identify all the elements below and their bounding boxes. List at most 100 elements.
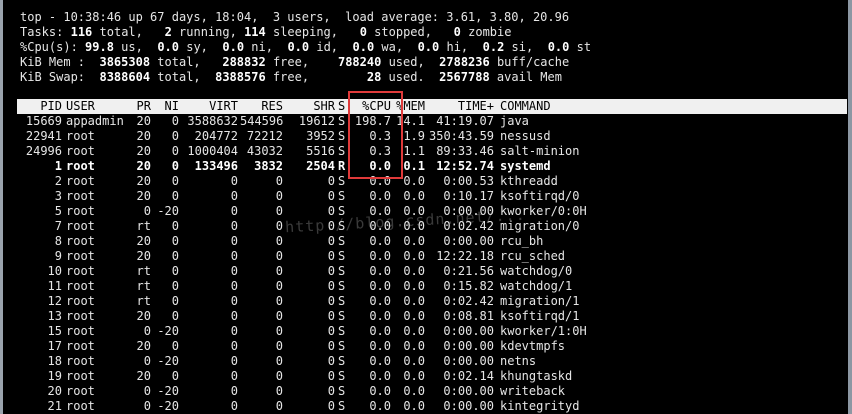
cell-res: 0 (275, 234, 283, 248)
cell-ni: 0 (171, 279, 179, 293)
column-header-res[interactable]: RES (240, 99, 283, 114)
process-row[interactable]: 20 root 0 -20 0 0 0 S 0.0 0.0 0:00.00 writeback (0, 384, 852, 399)
process-row[interactable]: 15 root 0 -20 0 0 0 S 0.0 0.0 0:00.00 kworker/1:0H (0, 324, 852, 339)
cell-res: 0 (275, 189, 283, 203)
cell-mem: 0.0 (403, 234, 425, 248)
cell-res: 0 (275, 294, 283, 308)
cell-virt: 0 (230, 369, 238, 383)
tasks-sleeping-label: sleeping, (272, 25, 339, 39)
cell-mem: 0.0 (403, 189, 425, 203)
cell-shr: 0 (327, 294, 335, 308)
process-table-body: 15669 appadmin 20 0 3588632 544596 19612 S 198.7… (0, 114, 852, 414)
cell-time: 0:02.14 (443, 369, 494, 383)
process-row[interactable]: 11 root rt 0 0 0 0 S 0.0 0.0 0:15.82 watchdog/1 (0, 279, 852, 294)
column-header-pid[interactable]: PID (17, 99, 62, 114)
cell-mem: 0.0 (403, 369, 425, 383)
cell-pr: 20 (136, 339, 151, 353)
cell-cpu: 0.0 (369, 339, 391, 353)
cell-ni: 0 (171, 339, 179, 353)
cell-virt: 0 (230, 279, 238, 293)
cell-pr: 20 (136, 174, 151, 188)
cell-pid: 8 (54, 234, 62, 248)
cell-ni: 0 (171, 234, 179, 248)
process-row[interactable]: 21 root 0 -20 0 0 0 S 0.0 0.0 0:00.00 kintegrityd (0, 399, 852, 414)
cell-mem: 0.1 (403, 159, 425, 173)
column-header-cpu[interactable]: %CPU (348, 99, 391, 114)
cell-mem: 0.0 (403, 174, 425, 188)
cell-mem: 0.0 (403, 384, 425, 398)
column-header-user[interactable]: USER (66, 99, 95, 114)
process-row[interactable]: 3 root 20 0 0 0 0 S 0.0 0.0 0:10.17 ksoftirqd/0 (0, 189, 852, 204)
column-header-s[interactable]: S (338, 99, 345, 114)
cell-command: rcu_bh (500, 234, 544, 248)
cell-user: root (66, 189, 95, 203)
cell-pid: 12 (47, 294, 62, 308)
cell-pid: 7 (54, 219, 62, 233)
process-row[interactable]: 9 root 20 0 0 0 0 S 0.0 0.0 12:22.18 rcu_sched (0, 249, 852, 264)
cpu-st: 0.0 (547, 40, 570, 54)
process-row[interactable]: 1 root 20 0 133496 3832 2504 R 0.0 0.1 12:52.74 sys… (0, 159, 852, 174)
process-row[interactable]: 18 root 0 -20 0 0 0 S 0.0 0.0 0:00.00 netns (0, 354, 852, 369)
column-header-mem[interactable]: %MEM (388, 99, 425, 114)
cell-user: root (66, 399, 95, 413)
tasks-line: Tasks: 116 total, 2 running, 114 sleepin… (20, 25, 591, 40)
cell-mem: 0.0 (403, 249, 425, 263)
cell-pr: 0 (143, 324, 151, 338)
cell-pid: 21 (47, 399, 62, 413)
cell-virt: 1000404 (187, 144, 238, 158)
mem-cache: 2788236 (439, 55, 490, 69)
cell-user: root (66, 144, 95, 158)
cell-pr: 20 (136, 159, 151, 173)
cell-s: S (338, 324, 346, 338)
cell-time: 0:00.00 (443, 399, 494, 413)
column-header-pr[interactable]: PR (125, 99, 151, 114)
cell-virt: 0 (230, 219, 238, 233)
process-row[interactable]: 13 root 20 0 0 0 0 S 0.0 0.0 0:08.81 ksoftirqd/1 (0, 309, 852, 324)
cpu-ni: 0.0 (222, 40, 245, 54)
process-row[interactable]: 19 root 20 0 0 0 0 S 0.0 0.0 0:02.14 khungtaskd (0, 369, 852, 384)
column-header-time[interactable]: TIME+ (429, 99, 494, 114)
process-row[interactable]: 2 root 20 0 0 0 0 S 0.0 0.0 0:00.53 kthreadd (0, 174, 852, 189)
cell-pr: 0 (143, 204, 151, 218)
cell-pid: 19 (47, 369, 62, 383)
cell-pid: 9 (54, 249, 62, 263)
cell-res: 0 (275, 219, 283, 233)
swap-used: 28 (366, 70, 382, 84)
process-row[interactable]: 8 root 20 0 0 0 0 S 0.0 0.0 0:00.00 rcu_bh (0, 234, 852, 249)
cell-s: R (338, 159, 346, 173)
terminal-window: top - 10:38:46 up 67 days, 18:04, 3 user… (0, 0, 852, 414)
cell-cpu: 0.0 (369, 324, 391, 338)
cell-pr: 0 (143, 354, 151, 368)
tasks-zombie-label: zombie (468, 25, 512, 39)
cell-pid: 1 (54, 159, 62, 173)
cell-cpu: 0.0 (369, 234, 391, 248)
cell-pr: 0 (143, 399, 151, 413)
cell-pr: rt (136, 279, 151, 293)
cell-command: ksoftirqd/0 (500, 189, 580, 203)
process-row[interactable]: 17 root 20 0 0 0 0 S 0.0 0.0 0:00.00 kdevtmpfs (0, 339, 852, 354)
cell-virt: 133496 (194, 159, 238, 173)
cell-virt: 0 (230, 249, 238, 263)
uptime-line: top - 10:38:46 up 67 days, 18:04, 3 user… (20, 10, 591, 25)
cell-shr: 0 (327, 324, 335, 338)
cpu-line: %Cpu(s): 99.8 us, 0.0 sy, 0.0 ni, 0.0 id… (20, 40, 591, 55)
column-header-ni[interactable]: NI (153, 99, 179, 114)
cpu-si-label: si, (511, 40, 534, 54)
cell-virt: 0 (230, 234, 238, 248)
cell-virt: 204772 (194, 129, 238, 143)
cell-cpu: 0.3 (369, 129, 391, 143)
cell-cpu: 0.0 (369, 384, 391, 398)
column-header-virt[interactable]: VIRT (182, 99, 238, 114)
cell-shr: 3952 (306, 129, 335, 143)
cell-s: S (338, 309, 346, 323)
column-header-command[interactable]: COMMAND (500, 99, 551, 114)
process-row[interactable]: 10 root rt 0 0 0 0 S 0.0 0.0 0:21.56 watchdog/0 (0, 264, 852, 279)
column-header-shr[interactable]: SHR (292, 99, 335, 114)
process-row[interactable]: 15669 appadmin 20 0 3588632 544596 19612 S 198.7… (0, 114, 852, 129)
process-row[interactable]: 12 root rt 0 0 0 0 S 0.0 0.0 0:02.42 migration/1 (0, 294, 852, 309)
cell-command: salt-minion (500, 144, 580, 158)
cell-command: ksoftirqd/1 (500, 309, 580, 323)
cell-command: systemd (500, 159, 551, 173)
process-row[interactable]: 22941 root 20 0 204772 72212 3952 S 0.3 1.9 350:43… (0, 129, 852, 144)
process-row[interactable]: 24996 root 20 0 1000404 43032 5516 S 0.3 1.1 89:33… (0, 144, 852, 159)
